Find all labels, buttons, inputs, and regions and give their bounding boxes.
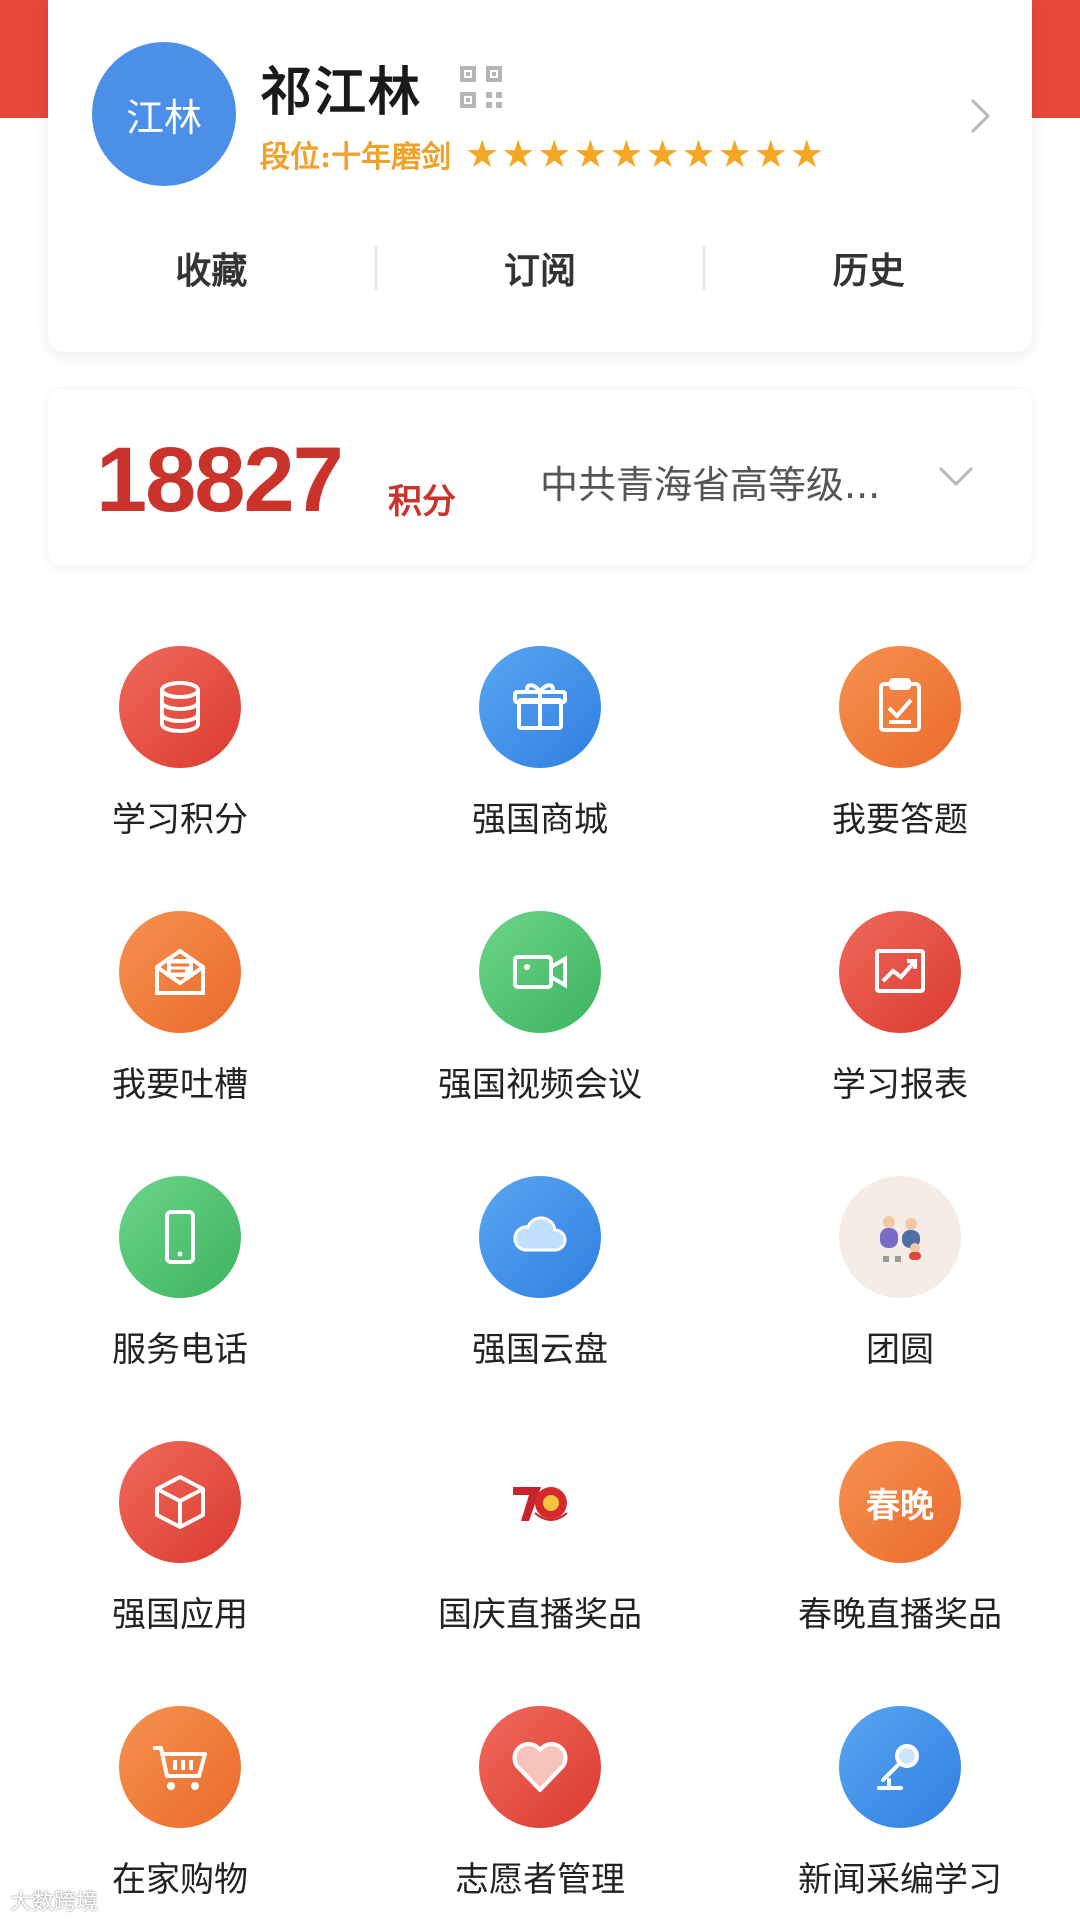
- anniversary-70-logo: [479, 1441, 601, 1563]
- grid-item-label: 新闻采编学习: [798, 1860, 1002, 1900]
- chevron-down-icon[interactable]: [936, 462, 976, 492]
- rank-label: 段位:十年磨剑: [260, 140, 452, 175]
- gift-icon: [479, 646, 601, 768]
- star-icon: ★: [501, 132, 536, 176]
- grid-item-study-points[interactable]: 学习积分: [0, 630, 360, 895]
- envelope-icon: [119, 911, 241, 1033]
- grid-item-label: 学习报表: [832, 1065, 968, 1105]
- grid-item-label: 团圆: [866, 1330, 934, 1370]
- star-icon: ★: [609, 132, 644, 176]
- avatar[interactable]: 江林: [92, 42, 236, 186]
- qr-code-icon[interactable]: [458, 64, 504, 110]
- grid-item-label: 春晚直播奖品: [798, 1595, 1002, 1635]
- grid-item-reunion[interactable]: 团圆: [720, 1160, 1080, 1425]
- grid-item-mall[interactable]: 强国商城: [360, 630, 720, 895]
- grid-item-label: 强国视频会议: [438, 1065, 642, 1105]
- star-icon: ★: [789, 132, 824, 176]
- shopping-cart-icon: [119, 1706, 241, 1828]
- grid-item-label: 志愿者管理: [455, 1860, 625, 1900]
- grid-item-apps[interactable]: 强国应用: [0, 1425, 360, 1690]
- star-icon: ★: [681, 132, 716, 176]
- cloud-icon: [479, 1176, 601, 1298]
- grid-item-feedback[interactable]: 我要吐槽: [0, 895, 360, 1160]
- feature-grid: 学习积分 强国商城 我要答题 我要吐槽 强国视频会议 学习报表 服务电话 强国云…: [0, 630, 1080, 1926]
- grid-item-label: 学习积分: [112, 800, 248, 840]
- header-red-band-right: [1030, 0, 1080, 118]
- points-unit: 积分: [388, 482, 456, 522]
- star-icon: ★: [465, 132, 500, 176]
- grid-item-label: 在家购物: [112, 1860, 248, 1900]
- grid-item-volunteer-management[interactable]: 志愿者管理: [360, 1690, 720, 1926]
- tab-history[interactable]: 历史: [705, 236, 1032, 300]
- spring-gala-badge: 春晚: [839, 1441, 961, 1563]
- grid-item-video-conference[interactable]: 强国视频会议: [360, 895, 720, 1160]
- grid-item-label: 强国云盘: [472, 1330, 608, 1370]
- chart-report-icon: [839, 911, 961, 1033]
- profile-tabs: 收藏 订阅 历史: [48, 236, 1032, 300]
- chevron-right-icon[interactable]: [968, 96, 992, 136]
- video-camera-icon: [479, 911, 601, 1033]
- grid-item-cloud-drive[interactable]: 强国云盘: [360, 1160, 720, 1425]
- grid-item-spring-gala-prizes[interactable]: 春晚 春晚直播奖品: [720, 1425, 1080, 1690]
- grid-item-label: 我要吐槽: [112, 1065, 248, 1105]
- user-name: 祁江林: [260, 62, 423, 123]
- tab-favorites[interactable]: 收藏: [48, 236, 375, 300]
- rank-stars: ★ ★ ★ ★ ★ ★ ★ ★ ★ ★: [465, 135, 826, 173]
- profile-card[interactable]: 江林 祁江林 段位:十年磨剑 ★ ★ ★ ★ ★ ★ ★ ★ ★ ★ 收藏 订阅 历史: [48, 0, 1032, 352]
- grid-item-news-editing[interactable]: 新闻采编学习: [720, 1690, 1080, 1926]
- grid-item-label: 强国商城: [472, 800, 608, 840]
- grid-item-national-day-prizes[interactable]: 国庆直播奖品: [360, 1425, 720, 1690]
- grid-item-label: 服务电话: [112, 1330, 248, 1370]
- star-icon: ★: [645, 132, 680, 176]
- grid-item-quiz[interactable]: 我要答题: [720, 630, 1080, 895]
- star-icon: ★: [717, 132, 752, 176]
- database-icon: [119, 646, 241, 768]
- header-red-band-left: [0, 0, 50, 118]
- cube-icon: [119, 1441, 241, 1563]
- phone-icon: [119, 1176, 241, 1298]
- star-icon: ★: [753, 132, 788, 176]
- microphone-icon: [839, 1706, 961, 1828]
- points-card[interactable]: 18827 积分 中共青海省高等级...: [48, 390, 1032, 566]
- reunion-illustration-icon: [839, 1176, 961, 1298]
- spring-gala-badge-text: 春晚: [866, 1485, 934, 1526]
- tab-subscriptions[interactable]: 订阅: [377, 236, 704, 300]
- star-icon: ★: [573, 132, 608, 176]
- organization-selector[interactable]: 中共青海省高等级...: [540, 454, 920, 509]
- heart-icon: [479, 1706, 601, 1828]
- star-icon: ★: [537, 132, 572, 176]
- grid-item-label: 国庆直播奖品: [438, 1595, 642, 1635]
- grid-item-service-phone[interactable]: 服务电话: [0, 1160, 360, 1425]
- grid-item-label: 我要答题: [832, 800, 968, 840]
- rank-row: 段位:十年磨剑 ★ ★ ★ ★ ★ ★ ★ ★ ★ ★: [260, 132, 826, 176]
- points-value: 18827: [96, 429, 344, 531]
- watermark: 大数跨境: [10, 1890, 99, 1915]
- grid-item-study-report[interactable]: 学习报表: [720, 895, 1080, 1160]
- grid-item-label: 强国应用: [112, 1595, 248, 1635]
- clipboard-check-icon: [839, 646, 961, 768]
